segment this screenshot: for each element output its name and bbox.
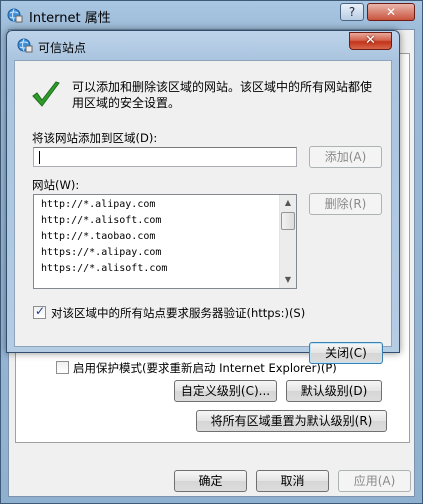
- require-https-label: 对该区域中的所有站点要求服务器验证(https:)(S): [51, 306, 306, 320]
- scroll-up-arrow-icon[interactable]: ▲: [280, 195, 296, 211]
- parent-title-bar[interactable]: Internet 属性 ? ✕: [1, 1, 422, 29]
- info-text-line1: 可以添加和删除该区域的网站。该区域中的所有网站都使: [72, 80, 373, 94]
- parent-close-button[interactable]: ✕: [367, 3, 415, 21]
- help-button[interactable]: ?: [340, 3, 364, 21]
- custom-level-button[interactable]: 自定义级别(C)...: [174, 380, 277, 402]
- list-item[interactable]: https://*.alisoft.com: [34, 261, 296, 277]
- require-https-checkbox[interactable]: ✓: [33, 304, 46, 319]
- apply-button[interactable]: 应用(A): [338, 470, 411, 492]
- globe-settings-icon: [17, 37, 33, 53]
- list-item[interactable]: http://*.taobao.com: [34, 229, 296, 245]
- scroll-down-arrow-icon[interactable]: ▼: [280, 272, 296, 288]
- protected-mode-label: 启用保护模式(要求重新启动 Internet Explorer)(P): [73, 361, 337, 375]
- dialog-close-button[interactable]: 关闭(C): [309, 342, 383, 364]
- list-item[interactable]: https://*.alipay.com: [34, 245, 296, 261]
- list-item[interactable]: http://*.alisoft.com: [34, 213, 296, 229]
- cancel-button[interactable]: 取消: [256, 470, 329, 492]
- trusted-sites-dialog: 可信站点 ✕ 可以添加和删除该区域的网站。该区域中的所有网站都使 用区域的安全设…: [6, 30, 400, 364]
- info-text-line2: 用区域的安全设置。: [72, 96, 181, 110]
- websites-listbox[interactable]: http://*.alipay.com http://*.alisoft.com…: [33, 194, 297, 289]
- green-checkmark-icon: [30, 79, 62, 111]
- text-caret: [39, 151, 40, 164]
- protected-mode-checkbox[interactable]: [56, 361, 69, 374]
- websites-scrollbar[interactable]: ▲ ▼: [279, 195, 296, 288]
- add-button[interactable]: 添加(A): [309, 146, 382, 168]
- globe-settings-icon: [7, 7, 23, 23]
- remove-button[interactable]: 删除(R): [309, 193, 382, 215]
- checkmark-icon: ✓: [35, 304, 46, 318]
- list-item[interactable]: http://*.alipay.com: [34, 197, 296, 213]
- websites-label: 网站(W):: [32, 178, 80, 192]
- scroll-thumb[interactable]: [281, 212, 295, 230]
- ok-button[interactable]: 确定: [174, 470, 247, 492]
- default-level-button[interactable]: 默认级别(D): [286, 380, 382, 402]
- parent-window-title: Internet 属性: [29, 11, 111, 26]
- dialog-client-area: 可以添加和删除该区域的网站。该区域中的所有网站都使 用区域的安全设置。 将该网站…: [14, 60, 392, 364]
- add-site-input[interactable]: [33, 147, 297, 167]
- dialog-title: 可信站点: [38, 41, 87, 55]
- add-site-label: 将该网站添加到区域(D):: [32, 131, 158, 145]
- dialog-close-icon[interactable]: ✕: [349, 32, 392, 50]
- reset-all-zones-button[interactable]: 将所有区域重置为默认级别(R): [196, 410, 387, 432]
